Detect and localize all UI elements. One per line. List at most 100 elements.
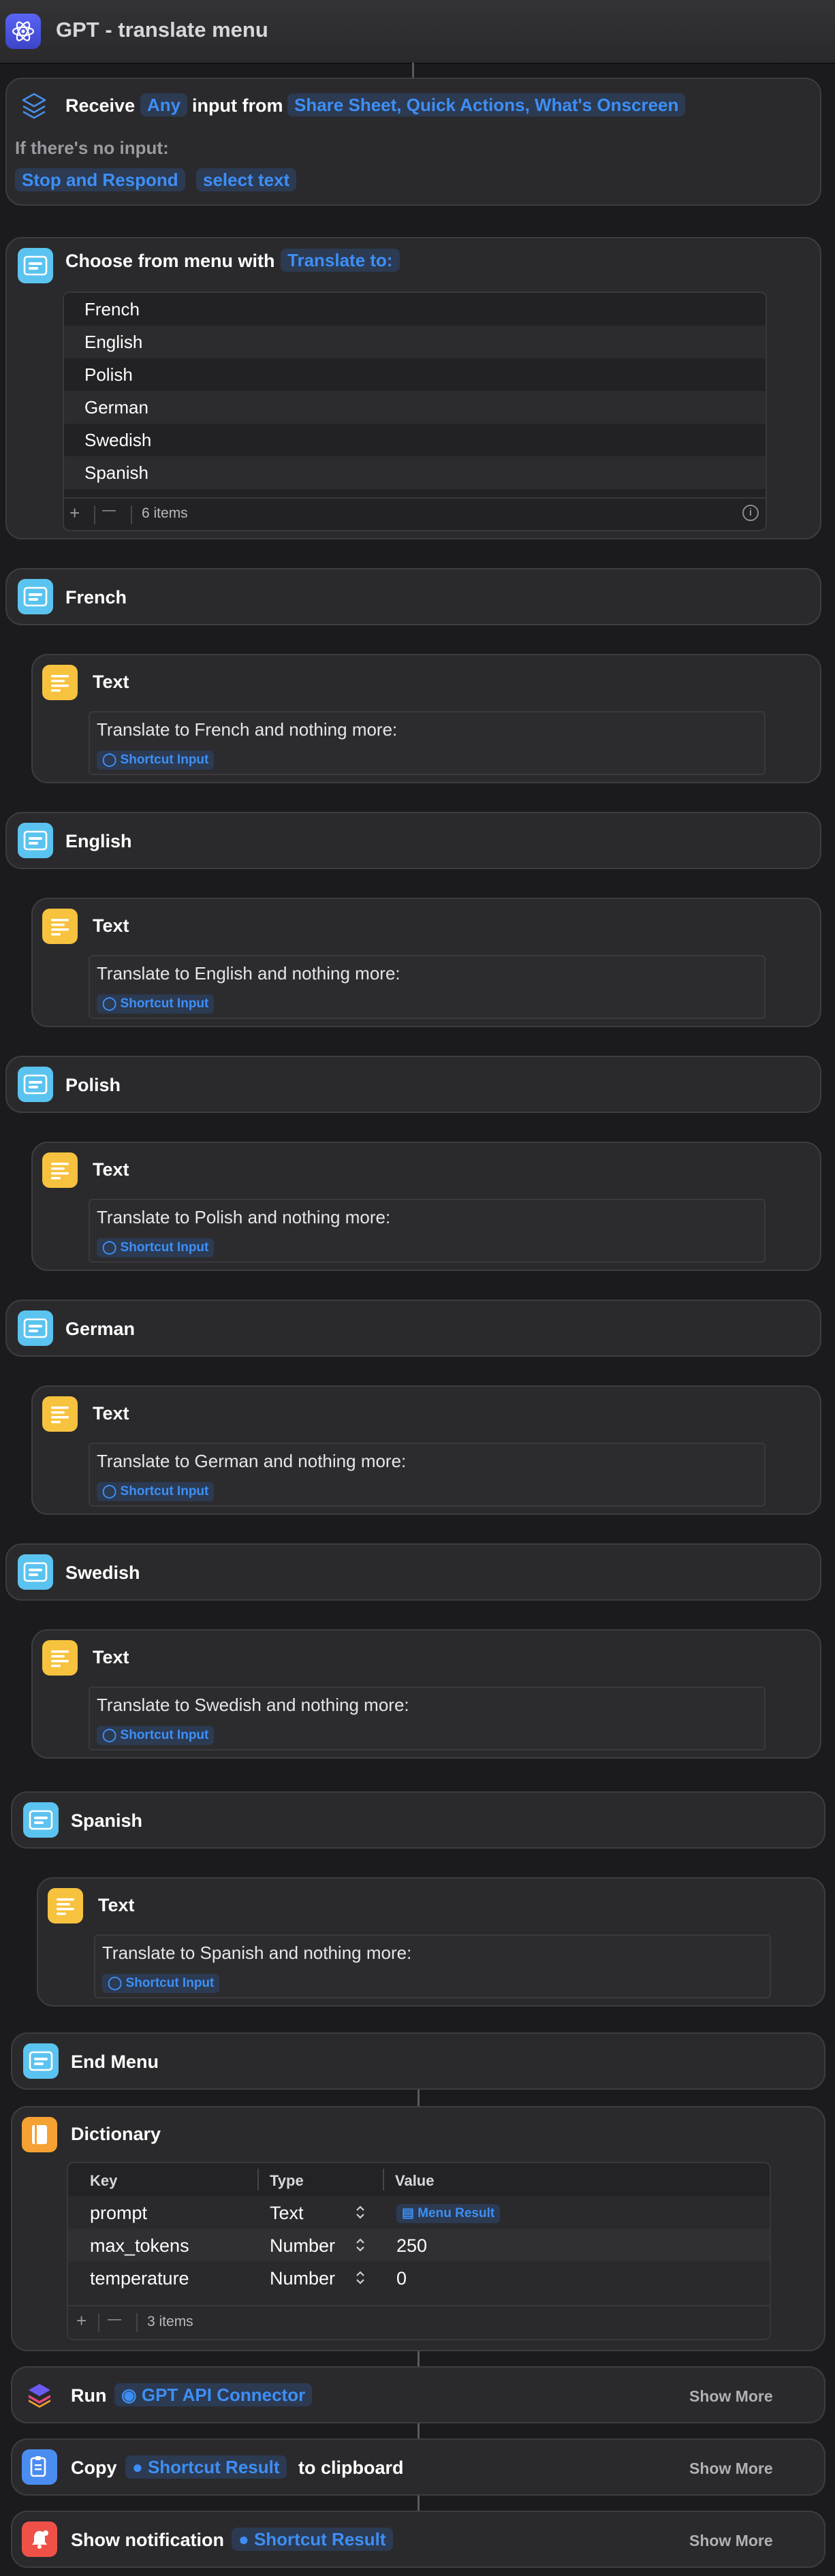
end-menu-card[interactable]: End Menu <box>11 2032 825 2090</box>
dict-type-cell[interactable]: Number <box>270 2235 335 2257</box>
text-content-field[interactable]: Translate to Swedish and nothing more: ◯… <box>89 1686 766 1750</box>
menu-item[interactable]: Spanish <box>64 456 766 489</box>
dict-key-cell[interactable]: prompt <box>90 2203 147 2224</box>
book-icon <box>22 2117 57 2152</box>
text-action-label: Text <box>93 1647 129 1667</box>
info-icon[interactable]: i <box>742 505 759 521</box>
receive-label: Receive <box>65 95 136 116</box>
text-content: Translate to Swedish and nothing more: <box>97 1695 409 1715</box>
shortcut-input-variable[interactable]: ◯ Shortcut Input <box>97 1482 215 1501</box>
type-column-header: Type <box>270 2172 304 2189</box>
type-stepper-icon[interactable] <box>354 2269 366 2287</box>
stop-and-respond-token[interactable]: Stop and Respond <box>15 168 185 191</box>
flow-connector <box>418 2423 420 2438</box>
dict-type-cell[interactable]: Text <box>270 2203 304 2224</box>
shortcut-input-variable[interactable]: ◯ Shortcut Input <box>97 751 215 770</box>
receive-action-card[interactable]: Receive Any input from Share Sheet, Quic… <box>5 78 821 206</box>
type-stepper-icon[interactable] <box>354 2236 366 2254</box>
menu-item[interactable]: English <box>64 326 766 358</box>
gpt-api-connector-token[interactable]: ◉ GPT API Connector <box>114 2383 313 2406</box>
text-action-card[interactable]: Text Translate to Polish and nothing mor… <box>31 1142 821 1271</box>
remove-dictionary-item-button[interactable]: — <box>108 2312 121 2327</box>
select-text-token[interactable]: select text <box>196 168 297 191</box>
shortcut-app-icon <box>5 14 41 49</box>
shortcut-input-variable[interactable]: ◯ Shortcut Input <box>97 1238 215 1257</box>
menu-case-card[interactable]: English <box>5 812 821 869</box>
text-content-field[interactable]: Translate to Polish and nothing more: ◯ … <box>89 1199 766 1263</box>
title-bar: GPT - translate menu <box>0 0 835 64</box>
dict-key-cell[interactable]: temperature <box>90 2268 189 2289</box>
dict-type-cell[interactable]: Number <box>270 2268 335 2289</box>
menu-prompt-token[interactable]: Translate to: <box>281 249 400 272</box>
text-lines-icon <box>42 1152 78 1188</box>
text-content-field[interactable]: Translate to German and nothing more: ◯ … <box>89 1443 766 1507</box>
add-menu-item-button[interactable]: + <box>69 503 80 524</box>
show-more-button[interactable]: Show More <box>689 2532 773 2550</box>
menu-case-title: French <box>65 587 127 608</box>
value-column-header: Value <box>395 2172 435 2189</box>
text-action-label: Text <box>93 1159 129 1180</box>
text-action-card[interactable]: Text Translate to German and nothing mor… <box>31 1385 821 1515</box>
menu-item[interactable]: German <box>64 391 766 424</box>
dictionary-table: Key Type Value prompt Text ▤ Menu Result… <box>67 2162 771 2340</box>
text-action-label: Text <box>93 672 129 692</box>
text-action-card[interactable]: Text Translate to English and nothing mo… <box>31 898 821 1027</box>
menu-case-card[interactable]: Swedish <box>5 1543 821 1601</box>
list-footer-divider <box>64 497 766 499</box>
show-more-button[interactable]: Show More <box>689 2460 773 2478</box>
menu-case-card[interactable]: Spanish <box>11 1791 825 1849</box>
input-sources-token[interactable]: Share Sheet, Quick Actions, What's Onscr… <box>287 93 686 116</box>
copy-label: Copy <box>71 2457 117 2478</box>
menu-case-card[interactable]: French <box>5 568 821 625</box>
type-stepper-icon[interactable] <box>354 2203 366 2221</box>
dict-key-cell[interactable]: max_tokens <box>90 2235 189 2257</box>
run-shortcut-card[interactable]: Run ◉ GPT API Connector Show More <box>11 2366 825 2423</box>
menu-case-card[interactable]: Polish <box>5 1056 821 1113</box>
menu-icon <box>18 823 53 858</box>
show-notification-label: Show notification <box>71 2530 224 2550</box>
no-input-label: If there's no input: <box>15 138 169 158</box>
shortcut-result-token[interactable]: ● Shortcut Result <box>232 2528 393 2551</box>
menu-case-title: Polish <box>65 1075 121 1095</box>
menu-item[interactable]: French <box>64 293 766 326</box>
menu-case-title: Swedish <box>65 1562 140 1583</box>
shortcut-input-variable[interactable]: ◯ Shortcut Input <box>97 1726 215 1745</box>
footer-divider <box>136 2313 138 2332</box>
dictionary-action-card[interactable]: Dictionary Key Type Value prompt Text ▤ … <box>11 2106 825 2351</box>
text-action-card[interactable]: Text Translate to Spanish and nothing mo… <box>37 1877 825 2007</box>
flow-connector <box>418 2351 420 2366</box>
remove-menu-item-button[interactable]: — <box>102 503 116 518</box>
text-content-field[interactable]: Translate to English and nothing more: ◯… <box>89 955 766 1019</box>
dict-value-cell[interactable]: 0 <box>396 2268 407 2289</box>
menu-result-variable[interactable]: ▤ Menu Result <box>396 2204 501 2223</box>
dict-value-cell[interactable]: 250 <box>396 2235 427 2257</box>
clipboard-icon <box>22 2449 57 2485</box>
menu-item[interactable]: Swedish <box>64 424 766 456</box>
menu-items-list: French English Polish German Swedish Spa… <box>63 292 767 531</box>
bell-icon <box>22 2522 57 2557</box>
text-action-card[interactable]: Text Translate to Swedish and nothing mo… <box>31 1629 821 1759</box>
menu-case-card[interactable]: German <box>5 1300 821 1357</box>
text-content-field[interactable]: Translate to French and nothing more: ◯ … <box>89 711 766 775</box>
receive-icon <box>19 91 49 121</box>
show-more-button[interactable]: Show More <box>689 2387 773 2406</box>
copy-to-clipboard-card[interactable]: Copy ● Shortcut Result to clipboard Show… <box>11 2438 825 2496</box>
show-notification-card[interactable]: Show notification ● Shortcut Result Show… <box>11 2511 825 2568</box>
menu-item[interactable]: Polish <box>64 358 766 391</box>
shortcut-input-variable[interactable]: ◯ Shortcut Input <box>97 994 215 1014</box>
column-divider <box>383 2169 384 2190</box>
choose-from-menu-card[interactable]: Choose from menu with Translate to: Fren… <box>5 237 821 539</box>
add-dictionary-item-button[interactable]: + <box>76 2310 86 2331</box>
text-action-card[interactable]: Text Translate to French and nothing mor… <box>31 654 821 783</box>
flow-connector <box>412 63 414 78</box>
text-content-field[interactable]: Translate to Spanish and nothing more: ◯… <box>94 1934 771 1998</box>
input-type-token[interactable]: Any <box>140 93 188 116</box>
shortcut-input-variable[interactable]: ◯ Shortcut Input <box>102 1974 220 1993</box>
dictionary-item-count: 3 items <box>147 2314 193 2329</box>
shortcut-result-token[interactable]: ● Shortcut Result <box>125 2455 287 2479</box>
menu-icon <box>18 1554 53 1590</box>
text-action-label: Text <box>98 1895 135 1915</box>
table-footer-divider <box>68 2305 770 2306</box>
footer-divider <box>131 505 132 524</box>
window-title: GPT - translate menu <box>56 18 268 42</box>
